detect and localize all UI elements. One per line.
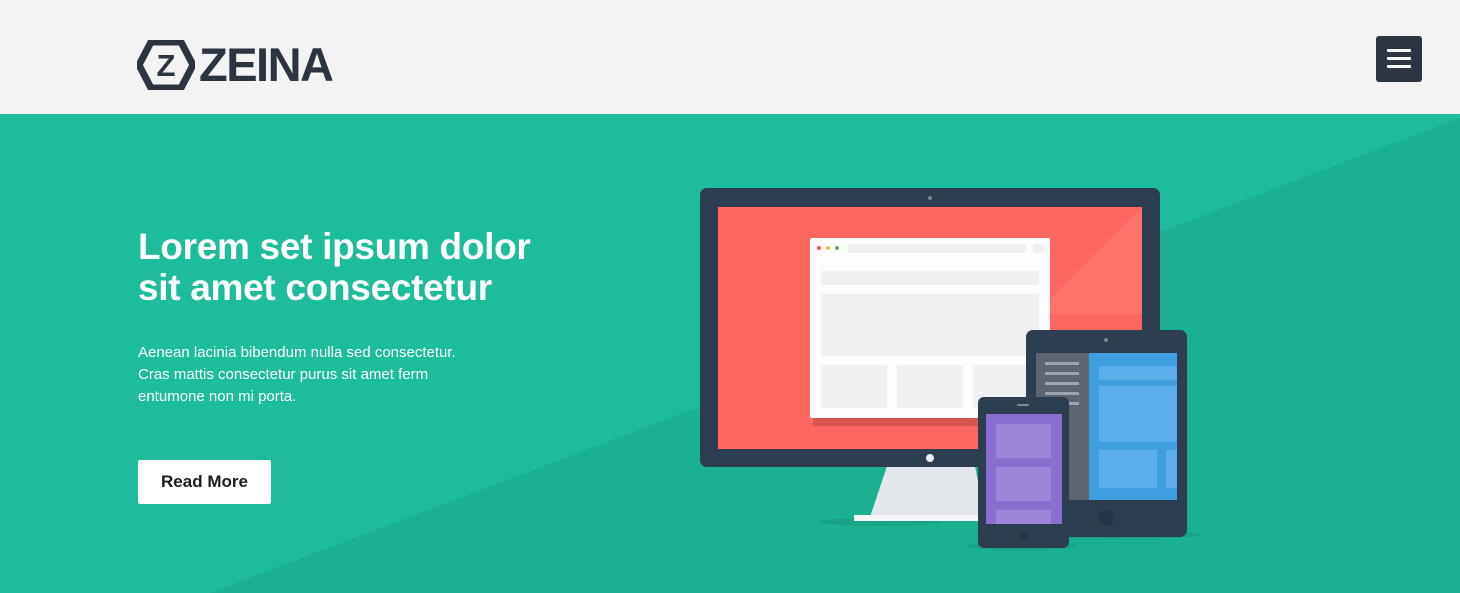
hero-section: Lorem set ipsum dolor sit amet consectet…: [0, 114, 1460, 593]
responsive-devices-illustration: [700, 188, 1201, 550]
brand-name: ZEINA: [199, 38, 334, 91]
menu-button[interactable]: [1376, 36, 1422, 82]
hamburger-icon: [1387, 49, 1411, 52]
site-header: Z ZEINA: [0, 0, 1460, 114]
logo[interactable]: Z ZEINA: [137, 38, 334, 91]
monitor-stand: [818, 466, 985, 526]
zeina-logo-icon: Z: [137, 40, 195, 90]
logo-mark-letter: Z: [157, 48, 176, 83]
phone: [967, 397, 1077, 550]
